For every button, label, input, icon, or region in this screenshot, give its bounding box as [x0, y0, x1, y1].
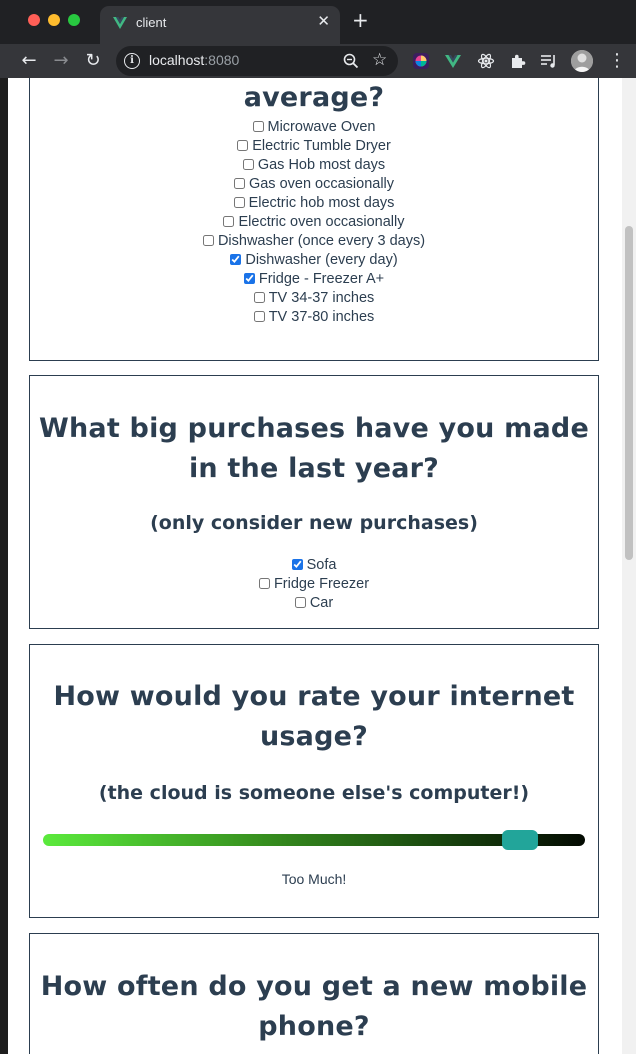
- browser-tab-bar: client ✕ +: [0, 0, 636, 44]
- mobile-question-card: How often do you get a new mobile phone?: [29, 933, 599, 1054]
- option-label[interactable]: Gas Hob most days: [258, 157, 385, 173]
- option-checkbox[interactable]: [237, 140, 249, 151]
- option-checkbox[interactable]: [252, 121, 264, 132]
- url-port: :8080: [204, 52, 240, 68]
- option-row[interactable]: Gas Hob most days: [30, 156, 598, 175]
- option-label[interactable]: Electric hob most days: [249, 195, 395, 211]
- option-label[interactable]: Fridge - Freezer A+: [259, 271, 384, 287]
- option-row[interactable]: Dishwasher (every day): [30, 251, 598, 270]
- option-row[interactable]: TV 37-80 inches: [30, 308, 598, 327]
- option-checkbox[interactable]: [230, 254, 242, 265]
- page-viewport: average? Microwave Oven Electric Tumble D…: [8, 78, 622, 1054]
- url-host: localhost: [149, 52, 205, 68]
- new-tab-icon[interactable]: +: [352, 10, 369, 30]
- option-label[interactable]: Fridge Freezer: [274, 576, 369, 592]
- page-scrollbar-thumb[interactable]: [625, 226, 633, 560]
- site-info-icon[interactable]: i: [124, 53, 140, 69]
- close-window-icon[interactable]: [28, 14, 40, 26]
- bookmark-star-icon[interactable]: ☆: [372, 50, 387, 70]
- option-label[interactable]: Electric oven occasionally: [238, 214, 404, 230]
- option-row[interactable]: Electric hob most days: [30, 194, 598, 213]
- option-label[interactable]: Dishwasher (once every 3 days): [218, 233, 425, 249]
- browser-toolbar: ← → ↻ i localhost:8080 ☆ ⋮: [0, 44, 636, 78]
- option-label[interactable]: Dishwasher (every day): [245, 252, 397, 268]
- option-row[interactable]: TV 34-37 inches: [30, 289, 598, 308]
- option-row[interactable]: Microwave Oven: [30, 118, 598, 137]
- option-label[interactable]: Electric Tumble Dryer: [252, 138, 391, 154]
- slider-value-label: Too Much!: [281, 871, 347, 887]
- option-checkbox[interactable]: [233, 178, 245, 189]
- option-checkbox[interactable]: [291, 559, 303, 570]
- browser-tab[interactable]: client ✕: [100, 6, 340, 44]
- option-checkbox[interactable]: [233, 197, 245, 208]
- option-checkbox[interactable]: [253, 292, 265, 303]
- option-label[interactable]: Sofa: [307, 557, 337, 573]
- slider-thumb[interactable]: [501, 830, 538, 850]
- internet-question-title: How would you rate your internet usage?: [53, 681, 575, 752]
- internet-usage-slider[interactable]: [43, 830, 585, 850]
- tab-title: client: [136, 15, 167, 30]
- option-checkbox[interactable]: [294, 597, 306, 608]
- option-row[interactable]: Car: [30, 594, 598, 613]
- profile-avatar[interactable]: [571, 50, 593, 72]
- option-label[interactable]: TV 37-80 inches: [269, 309, 375, 325]
- purchases-question-subtitle: (only consider new purchases): [150, 512, 478, 534]
- zoom-out-icon[interactable]: [342, 52, 360, 70]
- option-row[interactable]: Electric oven occasionally: [30, 213, 598, 232]
- url-text: localhost:8080: [149, 52, 239, 68]
- purchases-options: Sofa Fridge Freezer Car: [30, 556, 598, 613]
- close-tab-icon[interactable]: ✕: [317, 12, 330, 30]
- option-checkbox[interactable]: [202, 235, 214, 246]
- internet-question-subtitle: (the cloud is someone else's computer!): [98, 782, 530, 804]
- mobile-question-title: How often do you get a new mobile phone?: [40, 971, 588, 1042]
- forward-icon[interactable]: →: [50, 50, 72, 72]
- option-row[interactable]: Dishwasher (once every 3 days): [30, 232, 598, 251]
- option-checkbox[interactable]: [223, 216, 235, 227]
- appliances-question-title: average?: [243, 82, 385, 113]
- option-checkbox[interactable]: [258, 578, 270, 589]
- address-bar[interactable]: i localhost:8080 ☆: [116, 46, 398, 76]
- reload-icon[interactable]: ↻: [82, 50, 104, 72]
- internet-question-card: How would you rate your internet usage? …: [29, 644, 599, 918]
- color-wheel-extension-icon[interactable]: [412, 52, 430, 70]
- minimize-window-icon[interactable]: [48, 14, 60, 26]
- appliances-question-card: average? Microwave Oven Electric Tumble D…: [29, 78, 599, 361]
- media-controls-icon[interactable]: [540, 52, 558, 70]
- option-checkbox[interactable]: [253, 311, 265, 322]
- option-row[interactable]: Electric Tumble Dryer: [30, 137, 598, 156]
- browser-menu-icon[interactable]: ⋮: [608, 50, 626, 72]
- option-checkbox[interactable]: [243, 273, 255, 284]
- appliances-options: Microwave Oven Electric Tumble Dryer Gas H…: [30, 118, 598, 327]
- option-checkbox[interactable]: [242, 159, 254, 170]
- vue-logo-icon: [113, 17, 127, 29]
- option-row[interactable]: Sofa: [30, 556, 598, 575]
- back-icon[interactable]: ←: [18, 50, 40, 72]
- purchases-question-title: What big purchases have you made in the …: [39, 413, 589, 484]
- option-row[interactable]: Gas oven occasionally: [30, 175, 598, 194]
- page-scrollbar[interactable]: [622, 78, 636, 1054]
- maximize-window-icon[interactable]: [68, 14, 80, 26]
- react-devtools-icon[interactable]: [477, 52, 495, 70]
- purchases-question-card: What big purchases have you made in the …: [29, 375, 599, 629]
- option-label[interactable]: Microwave Oven: [268, 119, 376, 135]
- option-row[interactable]: Fridge Freezer: [30, 575, 598, 594]
- profile-photo-icon: [571, 50, 593, 72]
- extensions-puzzle-icon[interactable]: [509, 52, 527, 70]
- option-label[interactable]: TV 34-37 inches: [269, 290, 375, 306]
- option-row[interactable]: Fridge - Freezer A+: [30, 270, 598, 289]
- option-label[interactable]: Car: [310, 595, 333, 611]
- option-label[interactable]: Gas oven occasionally: [249, 176, 394, 192]
- vue-devtools-icon[interactable]: [444, 52, 462, 70]
